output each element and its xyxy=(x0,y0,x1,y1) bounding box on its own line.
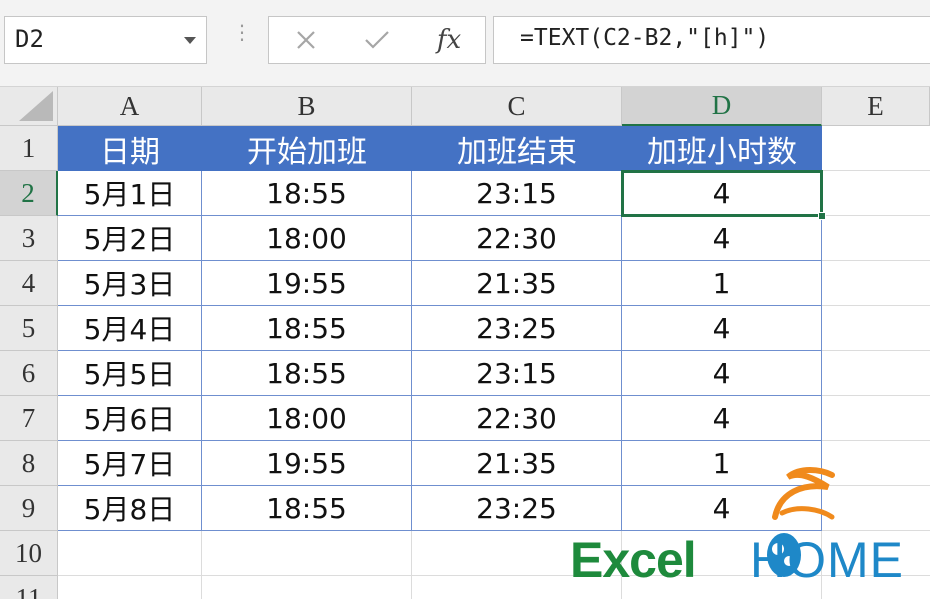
table-cell[interactable]: 18:00 xyxy=(202,216,412,261)
table-cell[interactable]: 5月1日 xyxy=(58,171,202,216)
table-cell[interactable]: 5月5日 xyxy=(58,351,202,396)
table-cell[interactable]: 18:55 xyxy=(202,351,412,396)
formula-buttons: fx xyxy=(268,16,486,64)
table-cell[interactable]: 4 xyxy=(622,351,822,396)
table-cell[interactable]: 4 xyxy=(622,171,822,216)
table-header-cell[interactable]: 加班小时数 xyxy=(622,126,822,171)
table-cell[interactable]: 18:55 xyxy=(202,171,412,216)
row-header-2[interactable]: 2 xyxy=(0,171,58,216)
row-header-8[interactable]: 8 xyxy=(0,441,58,486)
table-cell[interactable]: 18:55 xyxy=(202,306,412,351)
row-header-7[interactable]: 7 xyxy=(0,396,58,441)
excelhome-logo: Excel HOME xyxy=(570,465,915,595)
name-box-value: D2 xyxy=(15,25,44,53)
logo-text-home: HOME xyxy=(750,532,904,588)
row-header-5[interactable]: 5 xyxy=(0,306,58,351)
fx-icon: fx xyxy=(436,25,462,55)
name-box[interactable]: D2 xyxy=(4,16,207,64)
column-header-d[interactable]: D xyxy=(622,87,822,126)
chevron-down-icon[interactable] xyxy=(184,37,196,44)
table-cell[interactable]: 21:35 xyxy=(412,261,622,306)
column-header-e[interactable]: E xyxy=(822,87,930,126)
fill-handle[interactable] xyxy=(818,212,826,220)
row-header-4[interactable]: 4 xyxy=(0,261,58,306)
column-header-b[interactable]: B xyxy=(202,87,412,126)
table-header-cell[interactable]: 日期 xyxy=(58,126,202,171)
formula-bar: D2 ⋮ fx =TEXT(C2-B2,"[h]") xyxy=(0,0,930,87)
table-cell[interactable]: 5月8日 xyxy=(58,486,202,531)
formula-input[interactable]: =TEXT(C2-B2,"[h]") xyxy=(493,16,930,64)
table-cell[interactable]: 23:25 xyxy=(412,306,622,351)
logo-text-excel: Excel xyxy=(570,532,697,588)
table-cell[interactable]: 4 xyxy=(622,306,822,351)
column-header-a[interactable]: A xyxy=(58,87,202,126)
check-icon xyxy=(365,31,389,49)
enter-button[interactable] xyxy=(357,22,397,58)
row-header-1[interactable]: 1 xyxy=(0,126,58,171)
row-header-3[interactable]: 3 xyxy=(0,216,58,261)
table-cell[interactable]: 5月6日 xyxy=(58,396,202,441)
table-cell[interactable]: 18:00 xyxy=(202,396,412,441)
row-header-9[interactable]: 9 xyxy=(0,486,58,531)
row-header-6[interactable]: 6 xyxy=(0,351,58,396)
table-cell[interactable]: 1 xyxy=(622,261,822,306)
table-header-cell[interactable]: 开始加班 xyxy=(202,126,412,171)
table-cell[interactable]: 22:30 xyxy=(412,396,622,441)
insert-function-button[interactable]: fx xyxy=(429,22,469,58)
table-cell[interactable]: 23:15 xyxy=(412,351,622,396)
row-header-11[interactable]: 11 xyxy=(0,576,58,599)
table-cell[interactable]: 22:30 xyxy=(412,216,622,261)
cancel-x-icon xyxy=(297,31,315,49)
grip-icon[interactable]: ⋮ xyxy=(232,22,252,54)
table-cell[interactable]: 5月3日 xyxy=(58,261,202,306)
table-cell[interactable]: 18:55 xyxy=(202,486,412,531)
select-all-button[interactable] xyxy=(0,87,58,126)
table-cell[interactable]: 4 xyxy=(622,396,822,441)
table-cell[interactable]: 4 xyxy=(622,216,822,261)
table-header-cell[interactable]: 加班结束 xyxy=(412,126,622,171)
formula-text: =TEXT(C2-B2,"[h]") xyxy=(520,25,770,51)
table-cell[interactable]: 19:55 xyxy=(202,261,412,306)
table-cell[interactable]: 23:15 xyxy=(412,171,622,216)
table-cell[interactable]: 5月2日 xyxy=(58,216,202,261)
cancel-button[interactable] xyxy=(286,22,326,58)
column-header-c[interactable]: C xyxy=(412,87,622,126)
select-all-triangle-icon xyxy=(19,91,53,121)
table-cell[interactable]: 19:55 xyxy=(202,441,412,486)
table-cell[interactable]: 5月4日 xyxy=(58,306,202,351)
row-header-10[interactable]: 10 xyxy=(0,531,58,576)
table-cell[interactable]: 5月7日 xyxy=(58,441,202,486)
